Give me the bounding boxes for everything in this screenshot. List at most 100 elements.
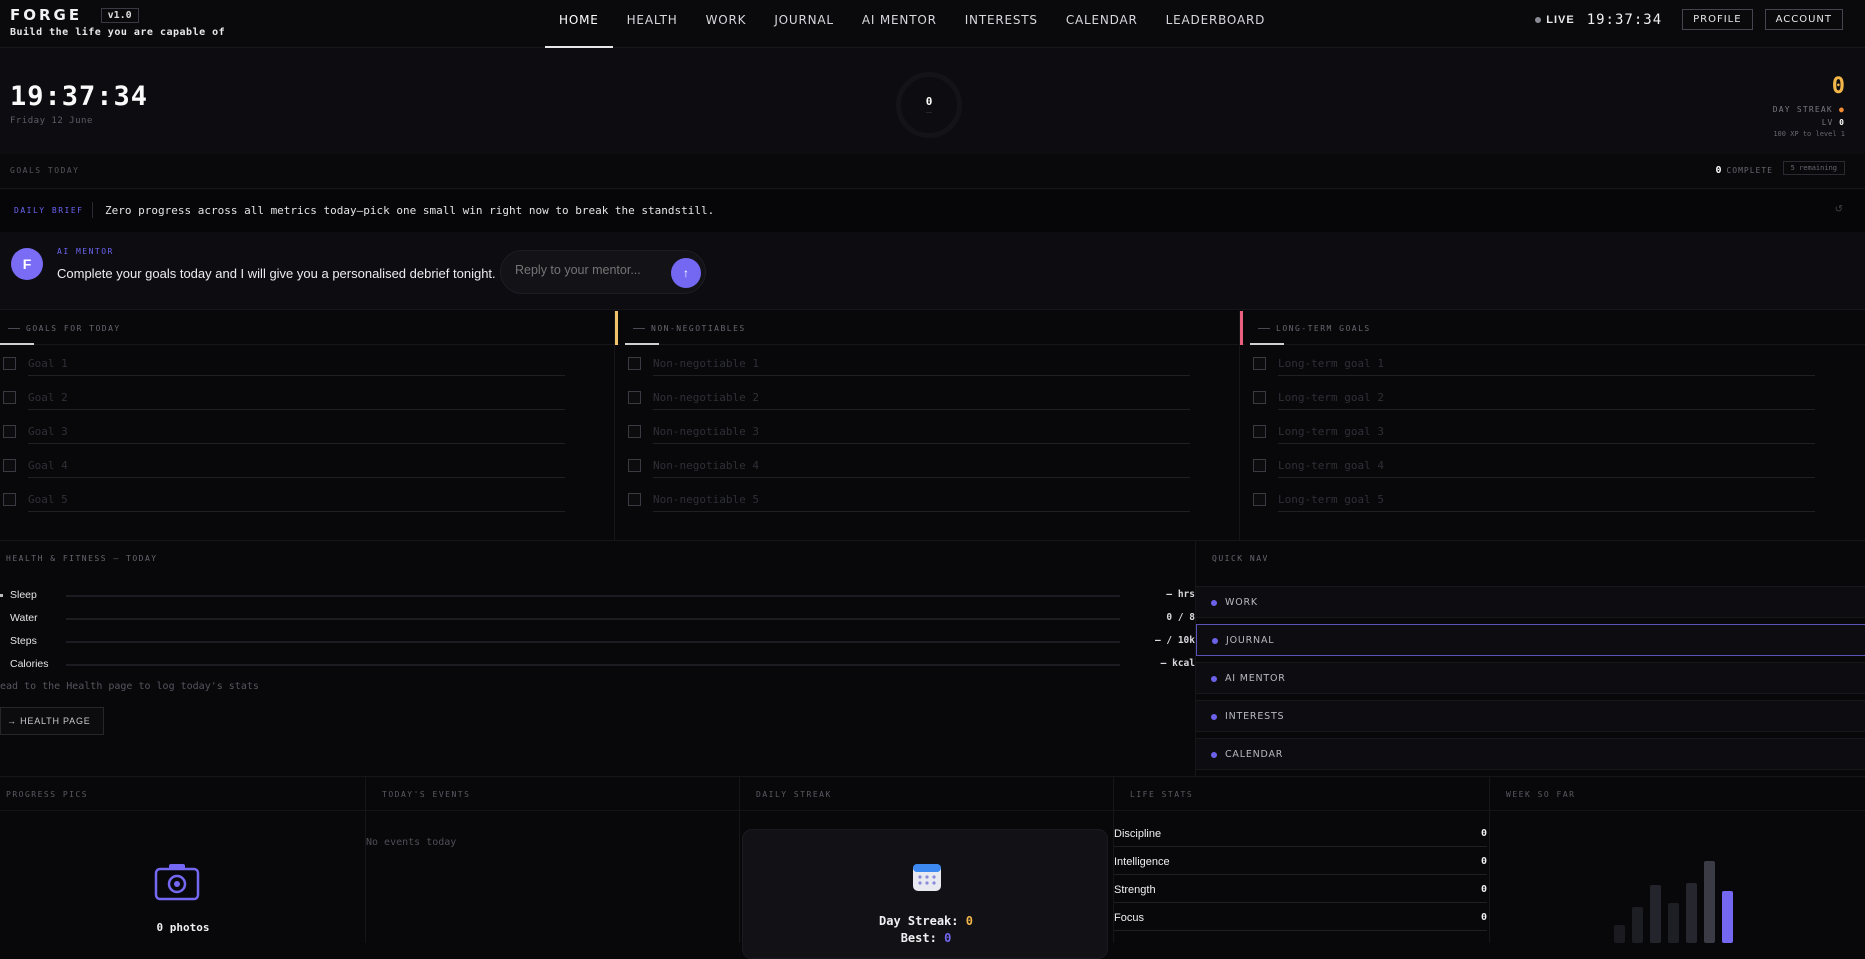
goal-input[interactable]: Non-negotiable 2 bbox=[653, 391, 1190, 410]
mentor-avatar: F bbox=[11, 248, 43, 280]
quick-nav-work[interactable]: WORK bbox=[1196, 586, 1865, 618]
goal-input[interactable]: Goal 1 bbox=[28, 357, 565, 376]
health-page-button[interactable]: → HEALTH PAGE bbox=[0, 707, 104, 735]
nav-leaderboard[interactable]: LEADERBOARD bbox=[1152, 0, 1279, 48]
health-value: — kcal bbox=[1160, 658, 1195, 669]
week-bar bbox=[1614, 925, 1625, 943]
mentor-message: Complete your goals today and I will giv… bbox=[57, 266, 496, 281]
week-bar bbox=[1686, 883, 1697, 943]
nav-journal[interactable]: JOURNAL bbox=[760, 0, 848, 48]
life-stats-card: LIFE STATS Discipline 0 Intelligence 0 S… bbox=[1114, 777, 1490, 943]
complete-counter: 0 COMPLETE bbox=[1715, 165, 1773, 176]
quick-nav-label: AI MENTOR bbox=[1225, 673, 1286, 684]
goal-input[interactable]: Long-term goal 5 bbox=[1278, 493, 1815, 512]
goal-checkbox[interactable] bbox=[3, 459, 16, 472]
health-row-water: Water 0 / 8 bbox=[0, 609, 1195, 631]
goal-checkbox[interactable] bbox=[1253, 425, 1266, 438]
dash-icon bbox=[633, 328, 645, 329]
goal-checkbox[interactable] bbox=[1253, 391, 1266, 404]
quick-nav-journal[interactable]: JOURNAL bbox=[1196, 624, 1865, 656]
nav-ai-mentor[interactable]: AI MENTOR bbox=[848, 0, 951, 48]
goal-checkbox[interactable] bbox=[628, 391, 641, 404]
quick-nav-ai-mentor[interactable]: AI MENTOR bbox=[1196, 662, 1865, 694]
goal-input[interactable]: Goal 4 bbox=[28, 459, 565, 478]
goal-checkbox[interactable] bbox=[628, 459, 641, 472]
refresh-icon[interactable]: ↺ bbox=[1835, 204, 1843, 215]
goal-checkbox[interactable] bbox=[628, 493, 641, 506]
health-title: HEALTH & FITNESS — TODAY bbox=[6, 554, 158, 563]
goal-row: Goal 5 bbox=[0, 481, 620, 515]
stat-value: 0 bbox=[1480, 856, 1487, 867]
column-header: LONG-TERM GOALS bbox=[1240, 311, 1865, 345]
live-dot-icon bbox=[1535, 16, 1542, 23]
bottom-row: PROGRESS PICS 0 photos TODAY'S EVENTS No… bbox=[0, 776, 1865, 959]
daily-streak-title: DAILY STREAK bbox=[756, 790, 832, 799]
goal-row: Long-term goal 1 bbox=[1250, 345, 1865, 379]
best-value: 0 bbox=[944, 931, 952, 945]
goal-checkbox[interactable] bbox=[1253, 357, 1266, 370]
goal-input[interactable]: Goal 5 bbox=[28, 493, 565, 512]
column-divider bbox=[1239, 311, 1240, 540]
progress-ring: 0 — bbox=[896, 72, 962, 138]
nav-work[interactable]: WORK bbox=[692, 0, 761, 48]
long-term-goals-column: LONG-TERM GOALS Long-term goal 1 Long-te… bbox=[1240, 311, 1865, 540]
events-title: TODAY'S EVENTS bbox=[382, 790, 471, 799]
day-streak-text: DAY STREAK bbox=[1772, 105, 1833, 114]
goal-checkbox[interactable] bbox=[3, 357, 16, 370]
quick-nav-interests[interactable]: INTERESTS bbox=[1196, 700, 1865, 732]
level-value: 0 bbox=[1839, 118, 1845, 127]
goal-input[interactable]: Non-negotiable 1 bbox=[653, 357, 1190, 376]
best-label: Best: bbox=[900, 931, 937, 945]
mentor-reply-input[interactable] bbox=[515, 263, 655, 277]
stat-value: 0 bbox=[1480, 828, 1487, 839]
goal-checkbox[interactable] bbox=[3, 493, 16, 506]
nav-calendar[interactable]: CALENDAR bbox=[1052, 0, 1152, 48]
dot-icon bbox=[1211, 752, 1217, 758]
goal-row: Long-term goal 4 bbox=[1250, 447, 1865, 481]
quick-nav-label: INTERESTS bbox=[1225, 711, 1285, 722]
goal-checkbox[interactable] bbox=[3, 425, 16, 438]
dot-icon bbox=[1212, 638, 1218, 644]
profile-button[interactable]: PROFILE bbox=[1682, 9, 1753, 30]
goal-input[interactable]: Long-term goal 4 bbox=[1278, 459, 1815, 478]
goal-input[interactable]: Non-negotiable 5 bbox=[653, 493, 1190, 512]
brief-divider bbox=[92, 202, 93, 218]
stat-name: Strength bbox=[1114, 884, 1156, 896]
send-button[interactable]: ↑ bbox=[671, 258, 701, 288]
goal-checkbox[interactable] bbox=[628, 357, 641, 370]
streak-inner-card: Day Streak: 0 Best: 0 bbox=[742, 829, 1108, 959]
health-value: — / 10k bbox=[1154, 635, 1195, 646]
health-label: Calories bbox=[10, 658, 49, 670]
goal-input[interactable]: Goal 2 bbox=[28, 391, 565, 410]
header-clock: 19:37:34 bbox=[1586, 11, 1663, 28]
main-nav: HOME HEALTH WORK JOURNAL AI MENTOR INTER… bbox=[545, 0, 1279, 48]
goal-checkbox[interactable] bbox=[3, 391, 16, 404]
nav-health[interactable]: HEALTH bbox=[613, 0, 692, 48]
best-line: Best: 0 bbox=[743, 931, 1109, 945]
goal-checkbox[interactable] bbox=[1253, 459, 1266, 472]
quick-nav-calendar[interactable]: CALENDAR bbox=[1196, 738, 1865, 770]
goal-input[interactable]: Long-term goal 2 bbox=[1278, 391, 1815, 410]
goal-input[interactable]: Long-term goal 3 bbox=[1278, 425, 1815, 444]
stat-name: Focus bbox=[1114, 912, 1144, 924]
progress-pics-title: PROGRESS PICS bbox=[6, 790, 89, 799]
week-bar bbox=[1722, 891, 1733, 943]
goal-input[interactable]: Goal 3 bbox=[28, 425, 565, 444]
health-value: — hrs bbox=[1166, 589, 1195, 600]
nav-home[interactable]: HOME bbox=[545, 0, 613, 48]
goal-input[interactable]: Non-negotiable 3 bbox=[653, 425, 1190, 444]
account-button[interactable]: ACCOUNT bbox=[1764, 9, 1843, 30]
goal-checkbox[interactable] bbox=[628, 425, 641, 438]
goals-today-title: GOALS TODAY bbox=[10, 166, 80, 175]
goal-checkbox[interactable] bbox=[1253, 493, 1266, 506]
goal-input[interactable]: Long-term goal 1 bbox=[1278, 357, 1815, 376]
nav-interests[interactable]: INTERESTS bbox=[951, 0, 1052, 48]
goal-input[interactable]: Non-negotiable 4 bbox=[653, 459, 1190, 478]
week-bar bbox=[1704, 861, 1715, 943]
camera-icon[interactable] bbox=[154, 863, 200, 901]
level-label: LV bbox=[1821, 118, 1834, 127]
bullet-icon bbox=[0, 594, 3, 597]
brand[interactable]: FORGE v1.0 Build the life you are capabl… bbox=[10, 6, 225, 38]
dot-icon bbox=[1211, 676, 1217, 682]
version-badge: v1.0 bbox=[100, 8, 139, 23]
